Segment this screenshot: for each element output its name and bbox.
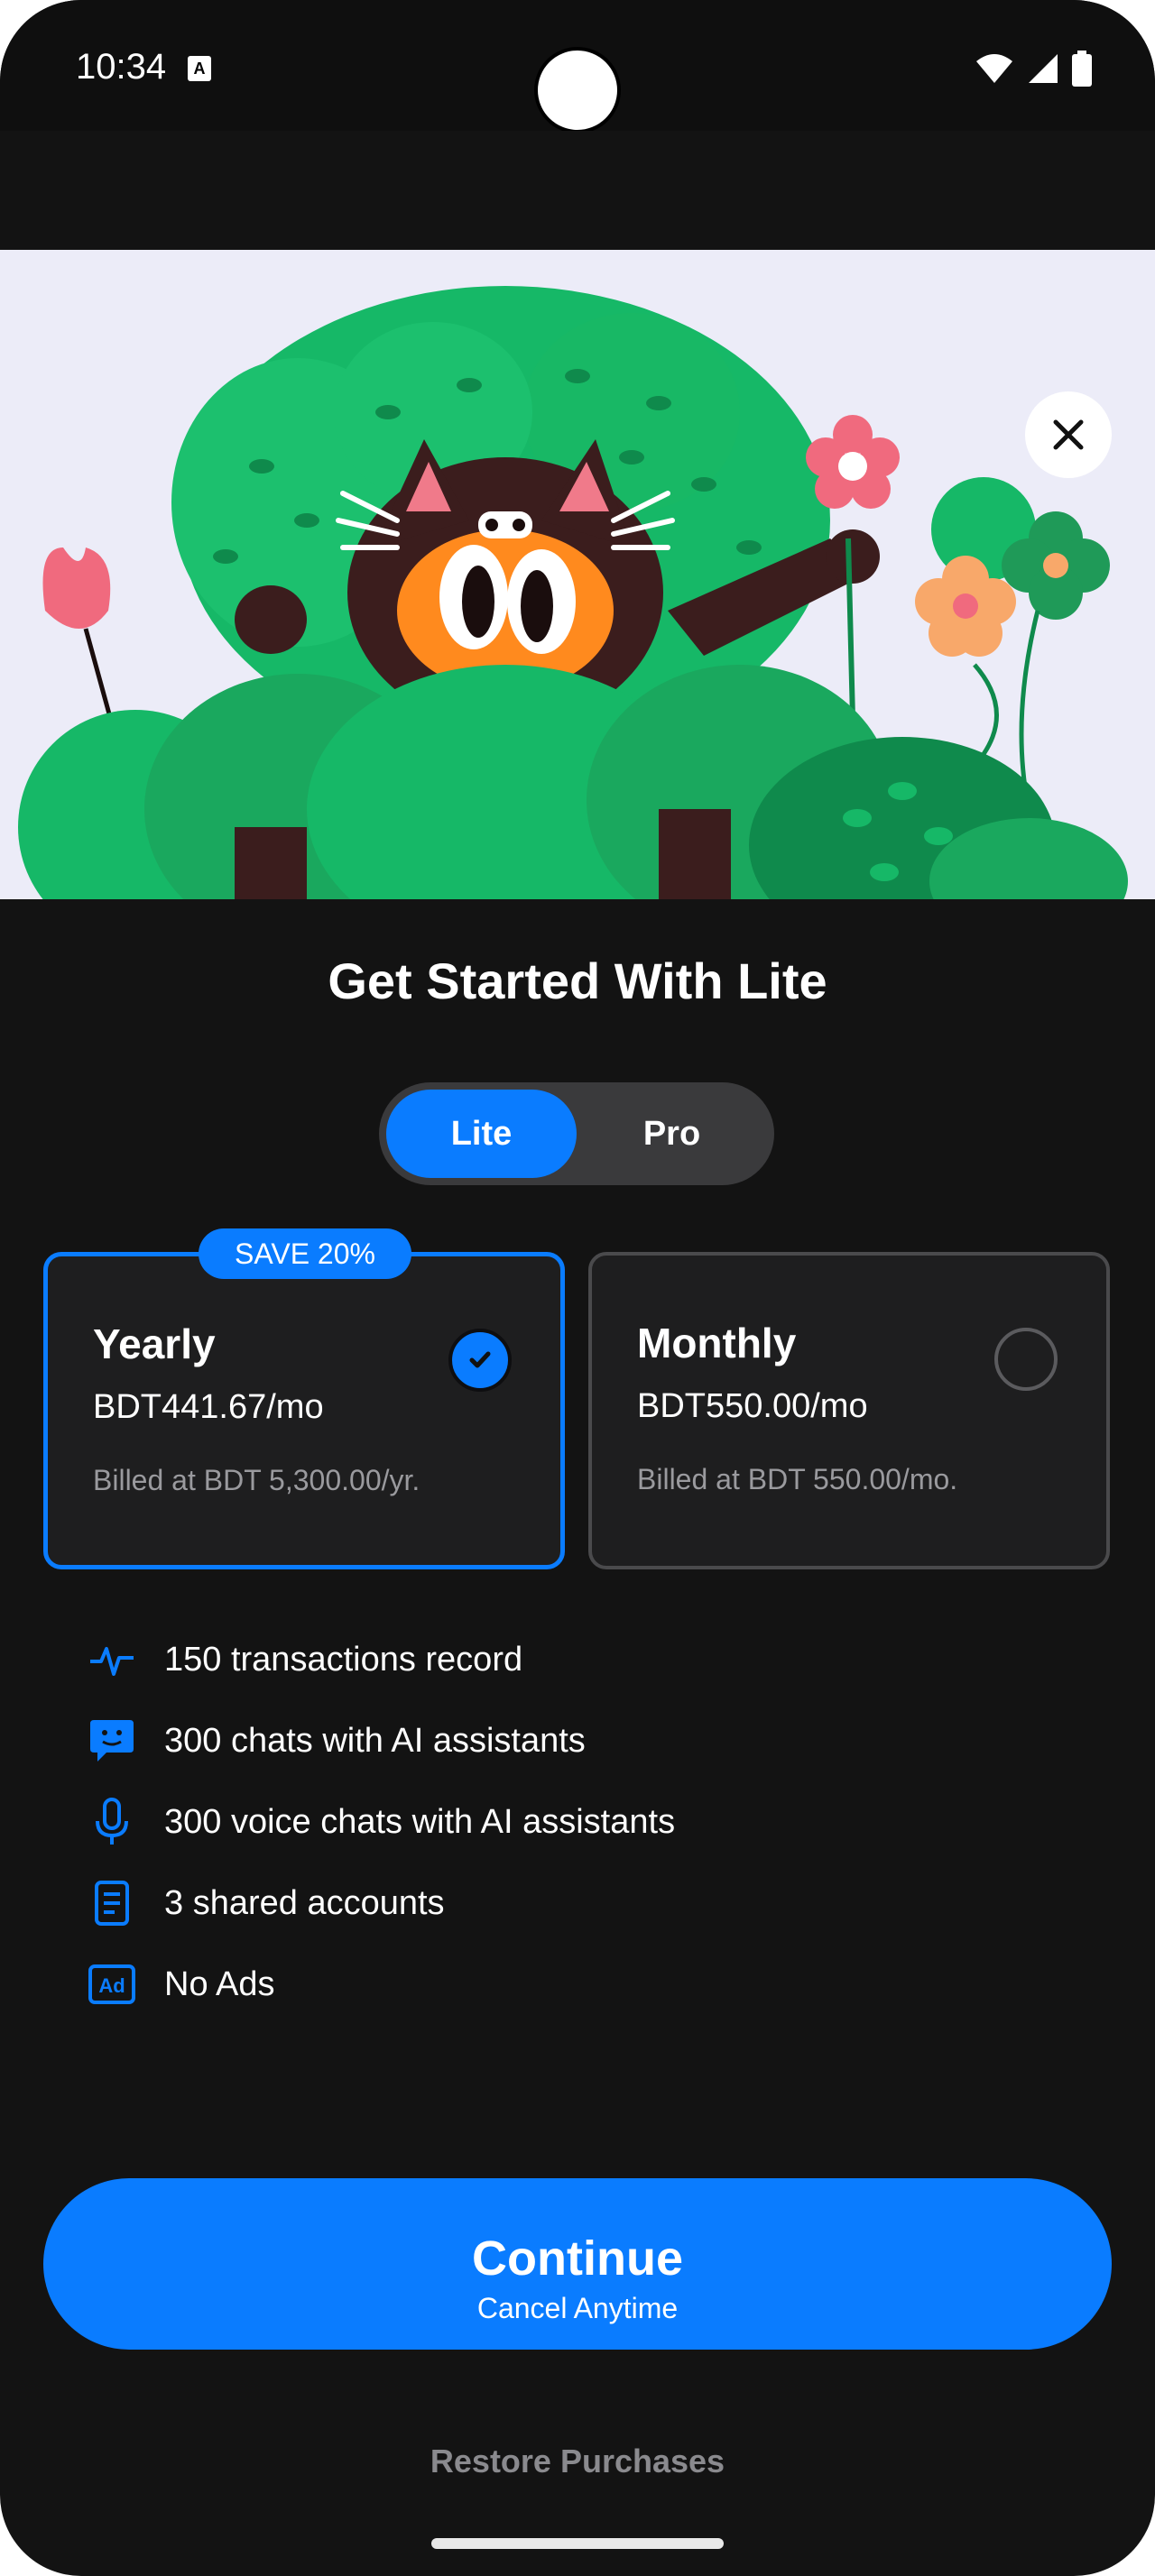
system-icons (975, 51, 1092, 87)
close-icon (1053, 419, 1084, 450)
microphone-icon (87, 1797, 137, 1847)
plan-price: BDT550.00/mo (637, 1387, 868, 1425)
continue-button[interactable]: Continue Cancel Anytime (43, 2178, 1112, 2350)
cat-in-bushes-illustration (0, 250, 1155, 899)
restore-purchases-link[interactable]: Restore Purchases (0, 2443, 1155, 2480)
plan-name: Yearly (93, 1320, 216, 1367)
continue-label: Continue (472, 2231, 683, 2286)
activity-icon (87, 1634, 137, 1685)
tab-pro[interactable]: Pro (577, 1090, 767, 1178)
tab-lite[interactable]: Lite (386, 1090, 577, 1178)
header-spacer (0, 131, 1155, 250)
plan-card-yearly[interactable]: Yearly BDT441.67/mo Billed at BDT 5,300.… (43, 1252, 565, 1569)
feature-item: Ad No Ads (87, 1957, 275, 2011)
notification-badge-icon: A (188, 56, 211, 81)
plan-radio-unselected[interactable] (994, 1328, 1058, 1391)
app-screen: 10:34 A Get Started With Lite Lite Pro Y… (0, 0, 1155, 2576)
feature-item: 300 chats with AI assistants (87, 1714, 586, 1768)
close-button[interactable] (1025, 391, 1112, 478)
plan-name: Monthly (637, 1320, 797, 1366)
signal-icon (1029, 54, 1058, 83)
plan-radio-selected[interactable] (448, 1329, 512, 1392)
check-icon (469, 1351, 491, 1368)
wifi-icon (976, 54, 1012, 83)
page-title: Get Started With Lite (328, 952, 827, 1009)
status-time: 10:34 (76, 47, 167, 87)
continue-sublabel: Cancel Anytime (476, 2291, 679, 2324)
document-icon (87, 1878, 137, 1928)
hero-illustration (0, 250, 1155, 899)
chat-bot-icon (87, 1716, 137, 1766)
camera-cutout (534, 47, 621, 133)
plan-price: BDT441.67/mo (93, 1388, 324, 1426)
plan-tier-toggle: Lite Pro (379, 1082, 774, 1185)
ad-icon: Ad (87, 1959, 137, 2010)
feature-item: 150 transactions record (87, 1633, 522, 1687)
plan-card-monthly[interactable]: Monthly BDT550.00/mo Billed at BDT 550.0… (588, 1252, 1110, 1569)
home-indicator[interactable] (431, 2538, 724, 2549)
plan-billed: Billed at BDT 5,300.00/yr. (93, 1464, 420, 1496)
feature-item: 3 shared accounts (87, 1876, 445, 1930)
save-badge: SAVE 20% (199, 1228, 411, 1279)
battery-icon (1072, 51, 1092, 87)
feature-item: 300 voice chats with AI assistants (87, 1795, 675, 1849)
plan-billed: Billed at BDT 550.00/mo. (637, 1463, 958, 1495)
status-bar: 10:34 A (0, 0, 1155, 133)
svg-text:Ad: Ad (98, 1974, 125, 1997)
